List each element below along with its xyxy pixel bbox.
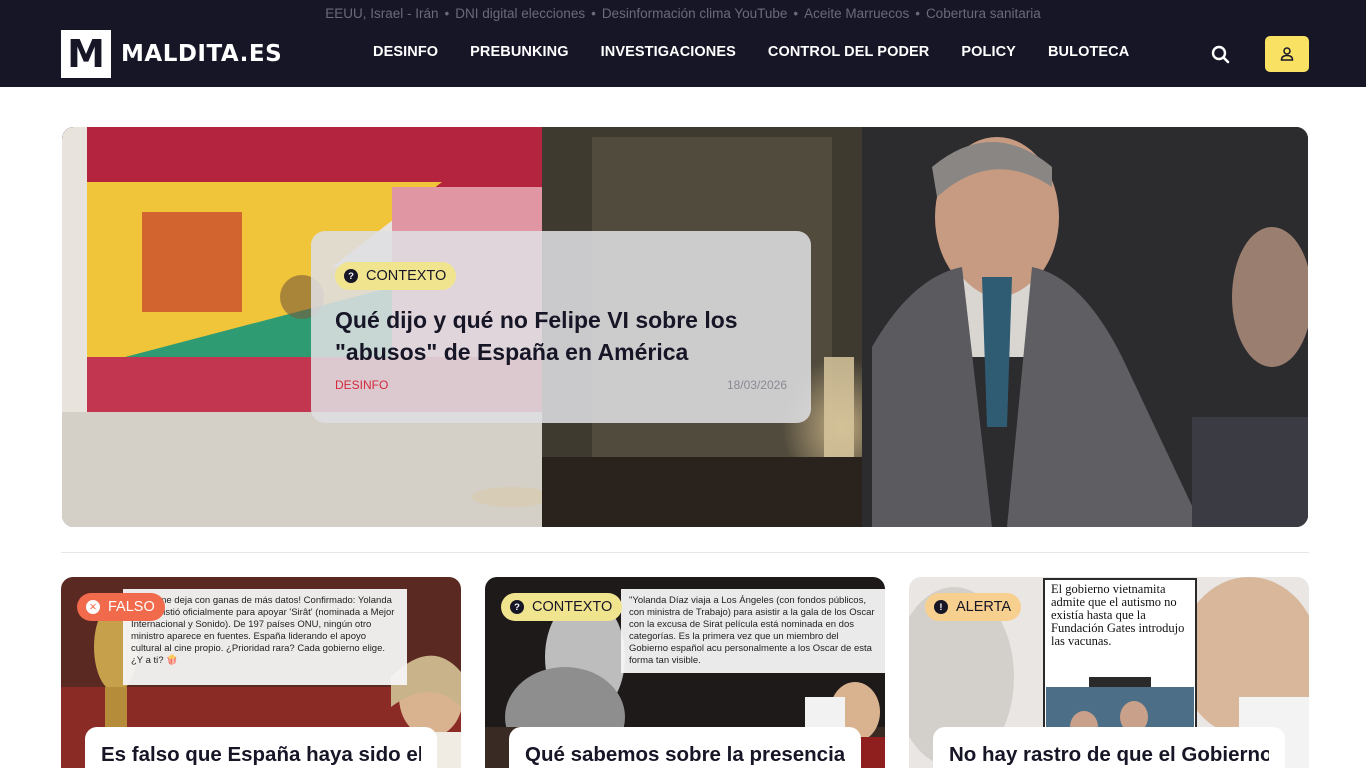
trending-link[interactable]: DNI digital elecciones [455,6,585,21]
site-logo[interactable]: M MALDITA.ES [61,30,282,78]
card-title[interactable]: No hay rastro de que el Gobierno [949,743,1269,767]
main-nav: DESINFO PREBUNKING INVESTIGACIONES CONTR… [373,44,1161,60]
nav-desinfo[interactable]: DESINFO [373,44,438,60]
separator: • [793,6,799,21]
falso-badge: ✕ FALSO [77,593,165,621]
nav-prebunking[interactable]: PREBUNKING [470,44,568,60]
card-title[interactable]: Qué sabemos sobre la presencia [525,743,845,767]
tweet-screenshot: ¡Pues me deja con ganas de más datos! Co… [123,589,407,685]
image-headline-text: El gobierno vietnamita admite que el aut… [1051,582,1185,648]
hero-card[interactable]: ? CONTEXTO Qué dijo y qué no Felipe VI so… [311,231,811,423]
section-divider [61,552,1309,553]
separator: • [915,6,920,21]
tweet-screenshot: "Yolanda Díaz viaja a Los Ángeles (con f… [621,589,885,673]
image-headline: El gobierno vietnamita admite que el aut… [1051,583,1191,648]
search-icon [1211,45,1230,64]
nav-investigaciones[interactable]: INVESTIGACIONES [601,44,736,60]
card-title-box: Qué sabemos sobre la presencia [509,727,861,768]
question-icon: ? [344,269,358,283]
hero-category[interactable]: DESINFO [335,378,388,392]
user-icon [1280,47,1294,61]
logo-divider [111,30,115,78]
card-title[interactable]: Es falso que España haya sido el [101,743,421,767]
question-icon: ? [510,600,524,614]
nav-policy[interactable]: POLICY [961,44,1016,60]
separator: • [444,6,450,21]
trending-link[interactable]: Cobertura sanitaria [926,6,1041,21]
tweet-text: ¡Pues me deja con ganas de más datos! Co… [131,595,395,666]
search-button[interactable] [1208,42,1234,66]
hero-article[interactable]: ? CONTEXTO Qué dijo y qué no Felipe VI so… [62,127,1308,527]
badge-label: ALERTA [956,599,1012,615]
article-card[interactable]: El gobierno vietnamita admite que el aut… [909,577,1309,768]
logo-mark-letter: M [67,32,105,76]
logo-mark: M [61,30,111,78]
badge-label: CONTEXTO [532,599,613,615]
nav-buloteca[interactable]: BULOTECA [1048,44,1129,60]
contexto-badge: ? CONTEXTO [335,262,457,290]
hero-date: 18/03/2026 [726,378,787,392]
tweet-text: "Yolanda Díaz viaja a Los Ángeles (con f… [629,595,875,666]
separator: • [591,6,596,21]
hero-title[interactable]: Qué dijo y qué no Felipe VI sobre los "a… [335,304,787,368]
badge-label: FALSO [108,599,155,615]
alerta-badge: ! ALERTA [925,593,1022,621]
article-card[interactable]: ¡Pues me deja con ganas de más datos! Co… [61,577,461,768]
card-title-box: No hay rastro de que el Gobierno [933,727,1285,768]
badge-label: CONTEXTO [366,268,447,284]
site-header: EEUU, Israel - Irán • DNI digital eleccion… [0,0,1366,87]
card-title-box: Es falso que España haya sido el [85,727,437,768]
logo-text: MALDITA.ES [121,41,283,67]
article-card[interactable]: "Yolanda Díaz viaja a Los Ángeles (con f… [485,577,885,768]
alert-icon: ! [934,600,948,614]
trending-link[interactable]: Desinformación clima YouTube [602,6,788,21]
trending-link[interactable]: EEUU, Israel - Irán [325,6,438,21]
user-account-button[interactable] [1265,36,1309,72]
nav-control-del-poder[interactable]: CONTROL DEL PODER [768,44,929,60]
close-icon: ✕ [86,600,100,614]
contexto-badge: ? CONTEXTO [501,593,623,621]
trending-topics: EEUU, Israel - Irán • DNI digital eleccion… [0,6,1366,21]
trending-link[interactable]: Aceite Marruecos [804,6,909,21]
hero-meta: DESINFO 18/03/2026 [335,378,787,392]
